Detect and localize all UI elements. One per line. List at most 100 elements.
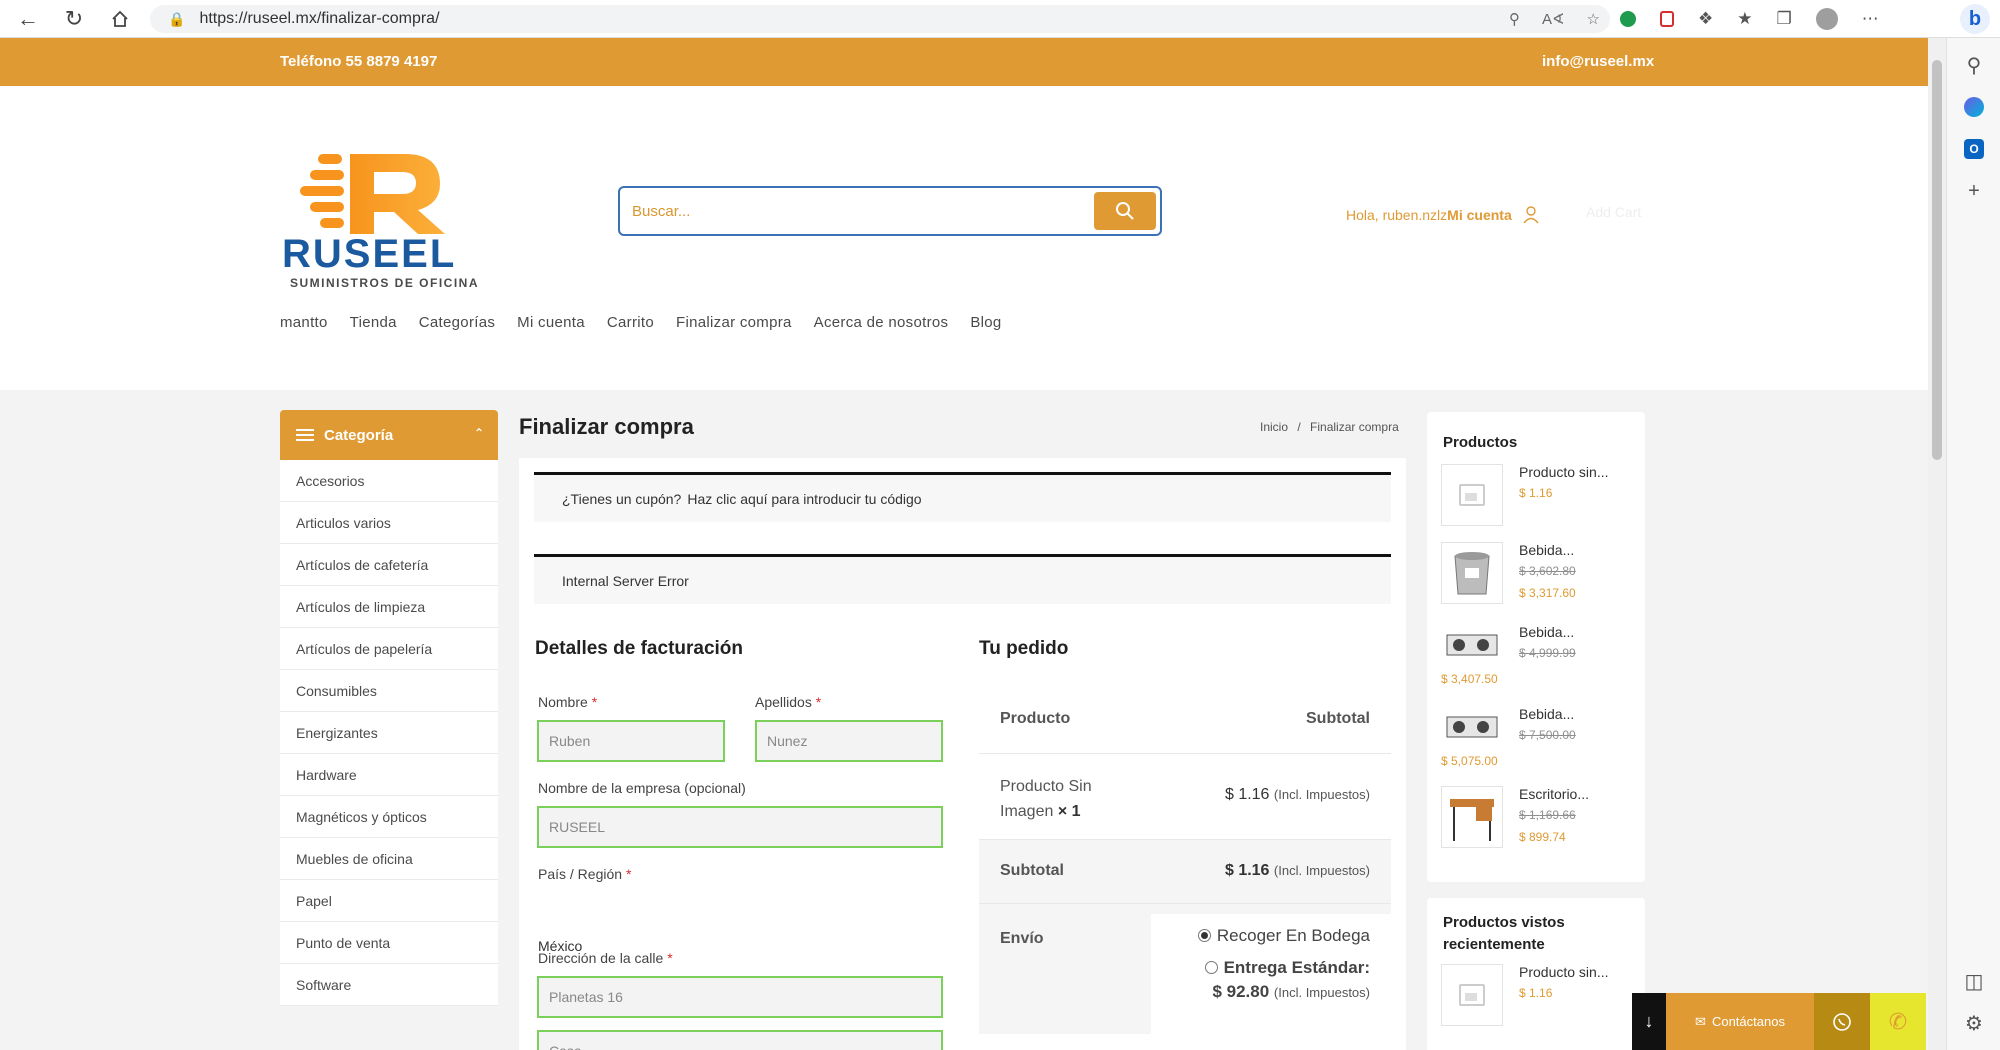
main-navigation: mantto Tienda Categorías Mi cuenta Carri… [280,314,1002,331]
phone-button[interactable]: ✆ [1870,993,1926,1050]
extensions-icon[interactable]: ❖ [1698,9,1713,29]
product-old-price: $ 7,500.00 [1519,728,1576,742]
product-thumbnail[interactable] [1441,786,1503,848]
street-field[interactable] [537,976,943,1018]
category-item-accesorios[interactable]: Accesorios [280,460,498,502]
nav-item-finalizar-compra[interactable]: Finalizar compra [676,314,792,331]
product-name[interactable]: Bebida... [1519,542,1574,558]
search-button[interactable] [1094,192,1156,230]
reload-icon[interactable]: ↻ [52,0,96,38]
key-icon[interactable]: ⚲ [1509,10,1520,28]
chevron-up-icon[interactable]: ⌃ [474,426,484,440]
category-item-muebles[interactable]: Muebles de oficina [280,838,498,880]
favorites-icon[interactable]: ★ [1737,9,1752,29]
add-sidebar-icon[interactable]: + [1961,178,1987,204]
first-name-field[interactable] [537,720,725,762]
category-item-software[interactable]: Software [280,964,498,1006]
image-placeholder-icon[interactable] [1441,964,1503,1026]
coupon-link[interactable]: Haz clic aquí para introducir tu código [687,491,921,507]
recent-product-item[interactable]: Producto sin... $ 1.16 [1441,964,1641,1034]
extension-shield-icon[interactable] [1660,11,1674,27]
site-logo[interactable]: RUSEEL SUMINISTROS DE OFICINA [280,146,490,290]
bing-copilot-icon[interactable]: b [1960,4,1990,34]
category-item-papel[interactable]: Papel [280,880,498,922]
scrollbar-thumb[interactable] [1932,60,1942,460]
product-name[interactable]: Bebida... [1519,706,1574,722]
product-item[interactable]: Bebida... $ 4,999.99 $ 3,407.50 [1441,624,1641,694]
profile-avatar-icon[interactable] [1815,8,1838,30]
sidebar-toggle-icon[interactable]: ◫ [1961,968,1987,994]
my-account-link[interactable]: Mi cuenta [1447,207,1512,223]
category-item-papeleria[interactable]: Artículos de papelería [280,628,498,670]
product-name[interactable]: Producto sin... [1519,464,1609,480]
order-item-row: Producto Sin Imagen × 1 $ 1.16 (Incl. Im… [979,754,1391,840]
home-icon[interactable] [98,0,142,38]
coupon-notice: ¿Tienes un cupón? Haz clic aquí para int… [534,472,1391,522]
product-thumbnail[interactable] [1441,542,1503,604]
category-item-punto-de-venta[interactable]: Punto de venta [280,922,498,964]
nav-item-categorias[interactable]: Categorías [419,314,495,331]
more-menu-icon[interactable]: ⋯ [1862,9,1879,29]
ship-option-pickup[interactable]: Recoger En Bodega [1197,924,1370,948]
product-name[interactable]: Bebida... [1519,624,1574,640]
category-item-hardware[interactable]: Hardware [280,754,498,796]
category-item-energizantes[interactable]: Energizantes [280,712,498,754]
category-item-cafeteria[interactable]: Artículos de cafetería [280,544,498,586]
nav-item-mi-cuenta[interactable]: Mi cuenta [517,314,585,331]
category-item-consumibles[interactable]: Consumibles [280,670,498,712]
search-input[interactable] [632,188,1072,234]
category-item-limpieza[interactable]: Artículos de limpieza [280,586,498,628]
last-name-field[interactable] [755,720,943,762]
order-subtotal-row: Subtotal $ 1.16 (Incl. Impuestos) [979,840,1391,904]
product-item[interactable]: Bebida... $ 7,500.00 $ 5,075.00 [1441,706,1641,776]
whatsapp-button[interactable] [1814,993,1870,1050]
product-thumbnail[interactable] [1441,706,1503,748]
products-widget-title: Productos [1443,434,1518,451]
product-old-price: $ 3,602.80 [1519,564,1576,578]
settings-icon[interactable]: ⚙ [1961,1010,1987,1036]
outlook-sidebar-icon[interactable]: O [1961,136,1987,162]
collections-icon[interactable]: ❐ [1777,9,1792,29]
product-item[interactable]: Escritorio... $ 1,169.66 $ 899.74 [1441,786,1641,856]
contact-button[interactable]: ✉ Contáctanos [1666,993,1814,1050]
search-box [618,186,1162,236]
radio-selected-icon[interactable] [1197,929,1211,942]
read-aloud-icon[interactable]: A∢ [1542,10,1565,28]
nav-item-carrito[interactable]: Carrito [607,314,654,331]
favorite-add-icon[interactable]: ☆ [1587,10,1600,28]
bucket-image-icon [1454,552,1490,595]
company-field[interactable] [537,806,943,848]
user-icon[interactable] [1522,206,1540,224]
copilot-sidebar-icon[interactable] [1961,94,1987,120]
image-placeholder-icon[interactable] [1441,464,1503,526]
product-name[interactable]: Producto sin... [1519,964,1609,980]
category-header[interactable]: Categoría ⌃ [280,410,498,460]
product-item[interactable]: Bebida... $ 3,602.80 $ 3,317.60 [1441,542,1641,612]
email-link[interactable]: info@ruseel.mx [1542,53,1654,70]
ship-option-standard[interactable]: Entrega Estándar: $ 92.80 (Incl. Impuesto… [1204,956,1370,1005]
nav-item-mantto[interactable]: mantto [280,314,328,331]
shipping-options: Recoger En Bodega Entrega Estándar: $ 92.… [1151,914,1391,1036]
nav-item-blog[interactable]: Blog [970,314,1001,331]
product-price: $ 1.16 [1519,486,1553,500]
search-sidebar-icon[interactable]: ⚲ [1961,52,1987,78]
street2-field[interactable] [537,1030,943,1050]
nav-item-acerca[interactable]: Acerca de nosotros [814,314,949,331]
page-scrollbar[interactable] [1928,38,1946,1050]
breadcrumb-home[interactable]: Inicio [1260,420,1288,434]
radio-icon[interactable] [1204,961,1218,974]
extension-check-icon[interactable] [1620,11,1636,27]
contact-label: Contáctanos [1711,1014,1785,1029]
product-thumbnail[interactable] [1441,624,1503,666]
add-cart-link[interactable]: Add Cart [1586,204,1641,220]
back-icon[interactable]: ← [6,0,50,38]
arrow-down-icon[interactable]: ↓ [1632,993,1666,1050]
product-name[interactable]: Escritorio... [1519,786,1589,802]
nav-item-tienda[interactable]: Tienda [350,314,397,331]
category-item-articulos-varios[interactable]: Articulos varios [280,502,498,544]
address-bar[interactable]: 🔒 https://ruseel.mx/finalizar-compra/ ⚲ … [150,5,1610,33]
subtotal-value: $ 1.16 (Incl. Impuestos) [1224,862,1370,879]
product-price: $ 899.74 [1519,830,1566,844]
product-item[interactable]: Producto sin... $ 1.16 [1441,464,1641,534]
category-item-magneticos[interactable]: Magnéticos y ópticos [280,796,498,838]
